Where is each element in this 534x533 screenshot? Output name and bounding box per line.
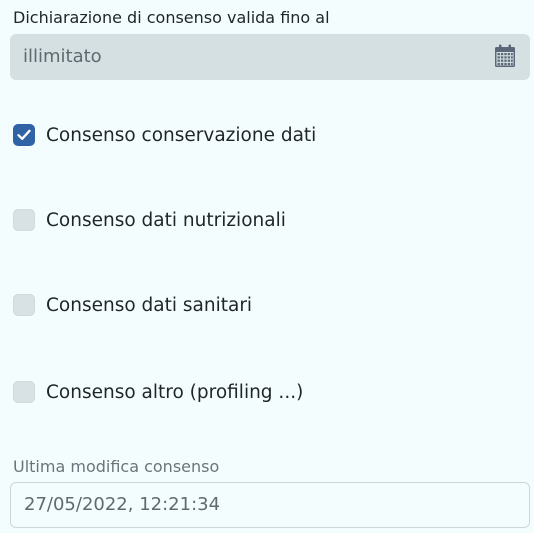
consent-other-label: Consenso altro (profiling ...) bbox=[46, 381, 304, 403]
consent-storage-row[interactable]: Consenso conservazione dati bbox=[13, 122, 316, 148]
consent-storage-checkbox[interactable] bbox=[13, 124, 35, 146]
consent-other-row[interactable]: Consenso altro (profiling ...) bbox=[13, 379, 303, 405]
consent-health-label: Consenso dati sanitari bbox=[46, 294, 253, 316]
consent-health-row[interactable]: Consenso dati sanitari bbox=[13, 292, 252, 318]
calendar-icon[interactable] bbox=[494, 44, 516, 68]
consent-nutrition-checkbox[interactable] bbox=[13, 209, 35, 231]
checkmark-icon bbox=[17, 129, 31, 140]
consent-nutrition-label: Consenso dati nutrizionali bbox=[46, 209, 286, 231]
last-modified-value: 27/05/2022, 12:21:34 bbox=[24, 494, 221, 515]
consent-other-checkbox[interactable] bbox=[13, 381, 35, 403]
consent-storage-label: Consenso conservazione dati bbox=[46, 124, 317, 146]
consent-health-checkbox[interactable] bbox=[13, 294, 35, 316]
consent-until-label: Dichiarazione di consenso valida fino al bbox=[13, 8, 330, 27]
last-modified-field: 27/05/2022, 12:21:34 bbox=[10, 482, 530, 528]
consent-until-value: illimitato bbox=[23, 46, 102, 67]
consent-nutrition-row[interactable]: Consenso dati nutrizionali bbox=[13, 207, 286, 233]
consent-until-date-field[interactable]: illimitato bbox=[10, 34, 530, 80]
last-modified-label: Ultima modifica consenso bbox=[13, 457, 220, 476]
